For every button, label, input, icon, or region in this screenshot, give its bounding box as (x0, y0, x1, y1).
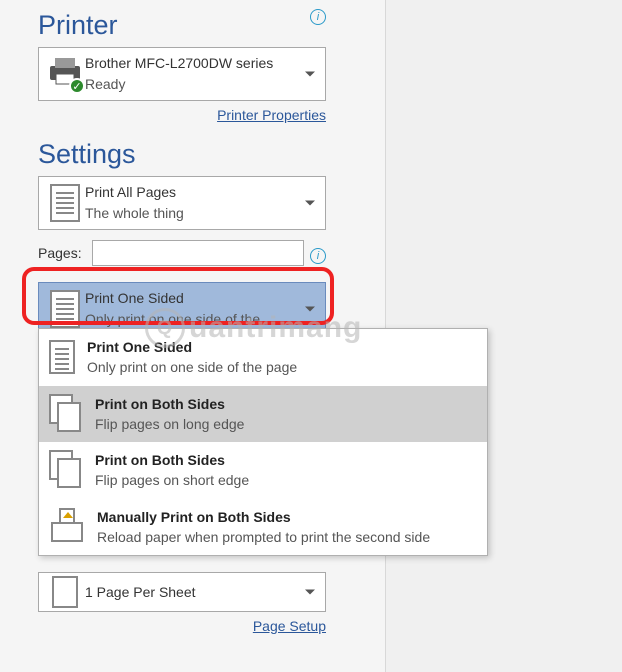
option-sub: Only print on one side of the page (87, 357, 297, 377)
option-both-sides-long[interactable]: Print on Both Sides Flip pages on long e… (39, 386, 487, 443)
option-sub: Flip pages on short edge (95, 470, 249, 490)
chevron-down-icon (305, 307, 315, 312)
option-title: Print on Both Sides (95, 394, 244, 414)
printer-info-icon[interactable]: i (310, 9, 326, 25)
printer-section-title: Printer (38, 10, 385, 41)
one-sided-icon (49, 340, 75, 374)
printer-icon: ✓ (45, 56, 85, 92)
page-per-sheet-icon (45, 576, 85, 608)
chevron-down-icon (305, 590, 315, 595)
document-icon (45, 184, 85, 222)
pages-input[interactable] (92, 240, 304, 266)
option-title: Manually Print on Both Sides (97, 507, 430, 527)
option-sub: Reload paper when prompted to print the … (97, 527, 430, 547)
option-title: Print One Sided (87, 337, 297, 357)
manual-duplex-icon (49, 512, 85, 542)
print-what-sub: The whole thing (85, 203, 184, 224)
pages-label: Pages: (38, 245, 84, 261)
option-both-sides-short[interactable]: Print on Both Sides Flip pages on short … (39, 442, 487, 499)
sides-title: Print One Sided (85, 288, 274, 309)
chevron-down-icon (305, 201, 315, 206)
printer-status: Ready (85, 74, 273, 95)
option-one-sided[interactable]: Print One Sided Only print on one side o… (39, 329, 487, 386)
print-what-selector[interactable]: Print All Pages The whole thing (38, 176, 326, 230)
option-manual-duplex[interactable]: Manually Print on Both Sides Reload pape… (39, 499, 487, 556)
pages-per-sheet-label: 1 Page Per Sheet (85, 582, 196, 603)
sides-sub: Only print on one side of the… (85, 309, 274, 330)
print-what-title: Print All Pages (85, 182, 184, 203)
option-sub: Flip pages on long edge (95, 414, 244, 434)
printer-status-ok-icon: ✓ (69, 78, 85, 94)
both-sides-short-icon (49, 450, 83, 490)
printer-properties-link[interactable]: Printer Properties (217, 107, 326, 123)
both-sides-long-icon (49, 394, 83, 434)
chevron-down-icon (305, 72, 315, 77)
settings-section-title: Settings (38, 139, 385, 170)
printer-name: Brother MFC-L2700DW series (85, 53, 273, 74)
pages-per-sheet-selector[interactable]: 1 Page Per Sheet (38, 572, 326, 612)
printer-selector[interactable]: ✓ Brother MFC-L2700DW series Ready (38, 47, 326, 101)
page-setup-link[interactable]: Page Setup (253, 618, 326, 634)
sides-dropdown: Print One Sided Only print on one side o… (38, 328, 488, 556)
one-sided-icon (45, 290, 85, 328)
pages-info-icon[interactable]: i (310, 248, 326, 264)
option-title: Print on Both Sides (95, 450, 249, 470)
